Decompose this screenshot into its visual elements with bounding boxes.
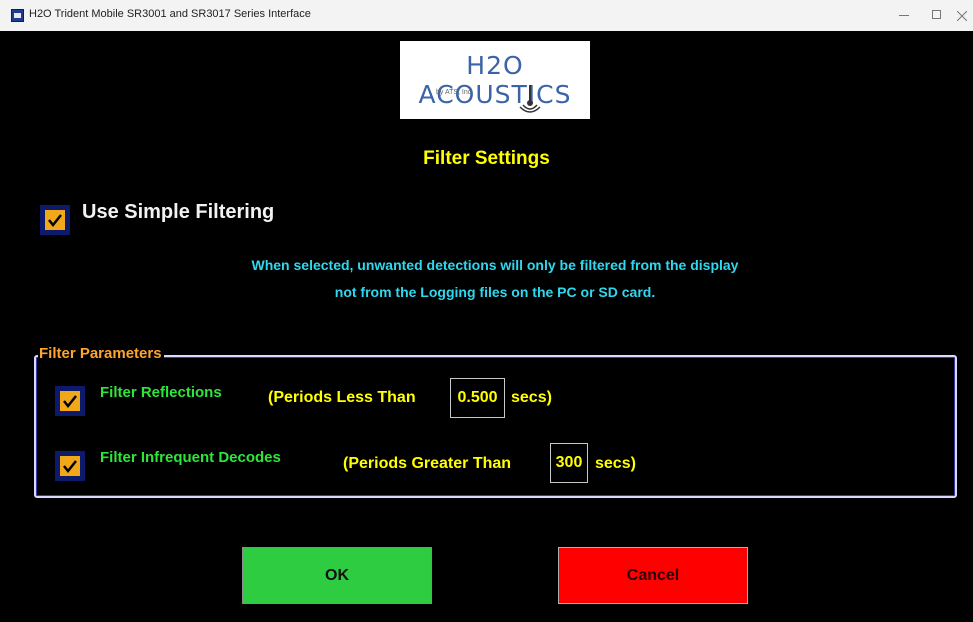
filter-infrequent-decodes-checkbox[interactable] xyxy=(55,451,85,481)
checkmark-icon xyxy=(63,460,77,474)
ok-button[interactable]: OK xyxy=(242,547,432,604)
checkbox-check xyxy=(60,456,80,476)
close-icon[interactable] xyxy=(951,0,973,31)
reflections-prefix-text: (Periods Less Than xyxy=(268,389,416,406)
reflections-suffix-text: secs) xyxy=(511,389,552,406)
filter-reflections-label[interactable]: Filter Reflections xyxy=(100,384,222,401)
dialog-window: H2O Trident Mobile SR3001 and SR3017 Ser… xyxy=(0,0,973,622)
checkmark-icon xyxy=(48,214,62,228)
cancel-button[interactable]: Cancel xyxy=(558,547,748,604)
sonar-icon xyxy=(519,85,541,113)
logo-wordmark: H2O ACOUSTICS xyxy=(418,51,572,109)
checkbox-check xyxy=(45,210,65,230)
reflections-period-input[interactable]: 0.500 xyxy=(450,378,505,418)
filter-reflections-checkbox[interactable] xyxy=(55,386,85,416)
window-title: H2O Trident Mobile SR3001 and SR3017 Ser… xyxy=(29,8,311,20)
filter-parameters-group xyxy=(34,355,957,498)
infrequent-period-input[interactable]: 300 xyxy=(550,443,588,483)
maximize-icon[interactable] xyxy=(919,0,955,31)
use-simple-filtering-label[interactable]: Use Simple Filtering xyxy=(82,201,274,224)
title-bar[interactable]: H2O Trident Mobile SR3001 and SR3017 Ser… xyxy=(0,0,973,31)
filter-infrequent-decodes-label[interactable]: Filter Infrequent Decodes xyxy=(100,449,281,466)
info-text-line-1: When selected, unwanted detections will … xyxy=(251,257,739,273)
page-title: Filter Settings xyxy=(423,148,550,169)
minimize-icon[interactable] xyxy=(886,0,922,31)
checkbox-check xyxy=(60,391,80,411)
app-icon xyxy=(11,9,24,22)
company-logo: H2O ACOUSTICS by ATS, Inc. xyxy=(400,41,590,119)
infrequent-prefix-text: (Periods Greater Than xyxy=(343,455,512,472)
filter-parameters-legend: Filter Parameters xyxy=(38,345,164,362)
checkmark-icon xyxy=(63,395,77,409)
info-text-line-2: not from the Logging files on the PC or … xyxy=(334,284,656,300)
infrequent-suffix-text: secs) xyxy=(595,455,636,472)
logo-subtitle: by ATS, Inc. xyxy=(436,89,474,96)
use-simple-filtering-checkbox[interactable] xyxy=(40,205,70,235)
